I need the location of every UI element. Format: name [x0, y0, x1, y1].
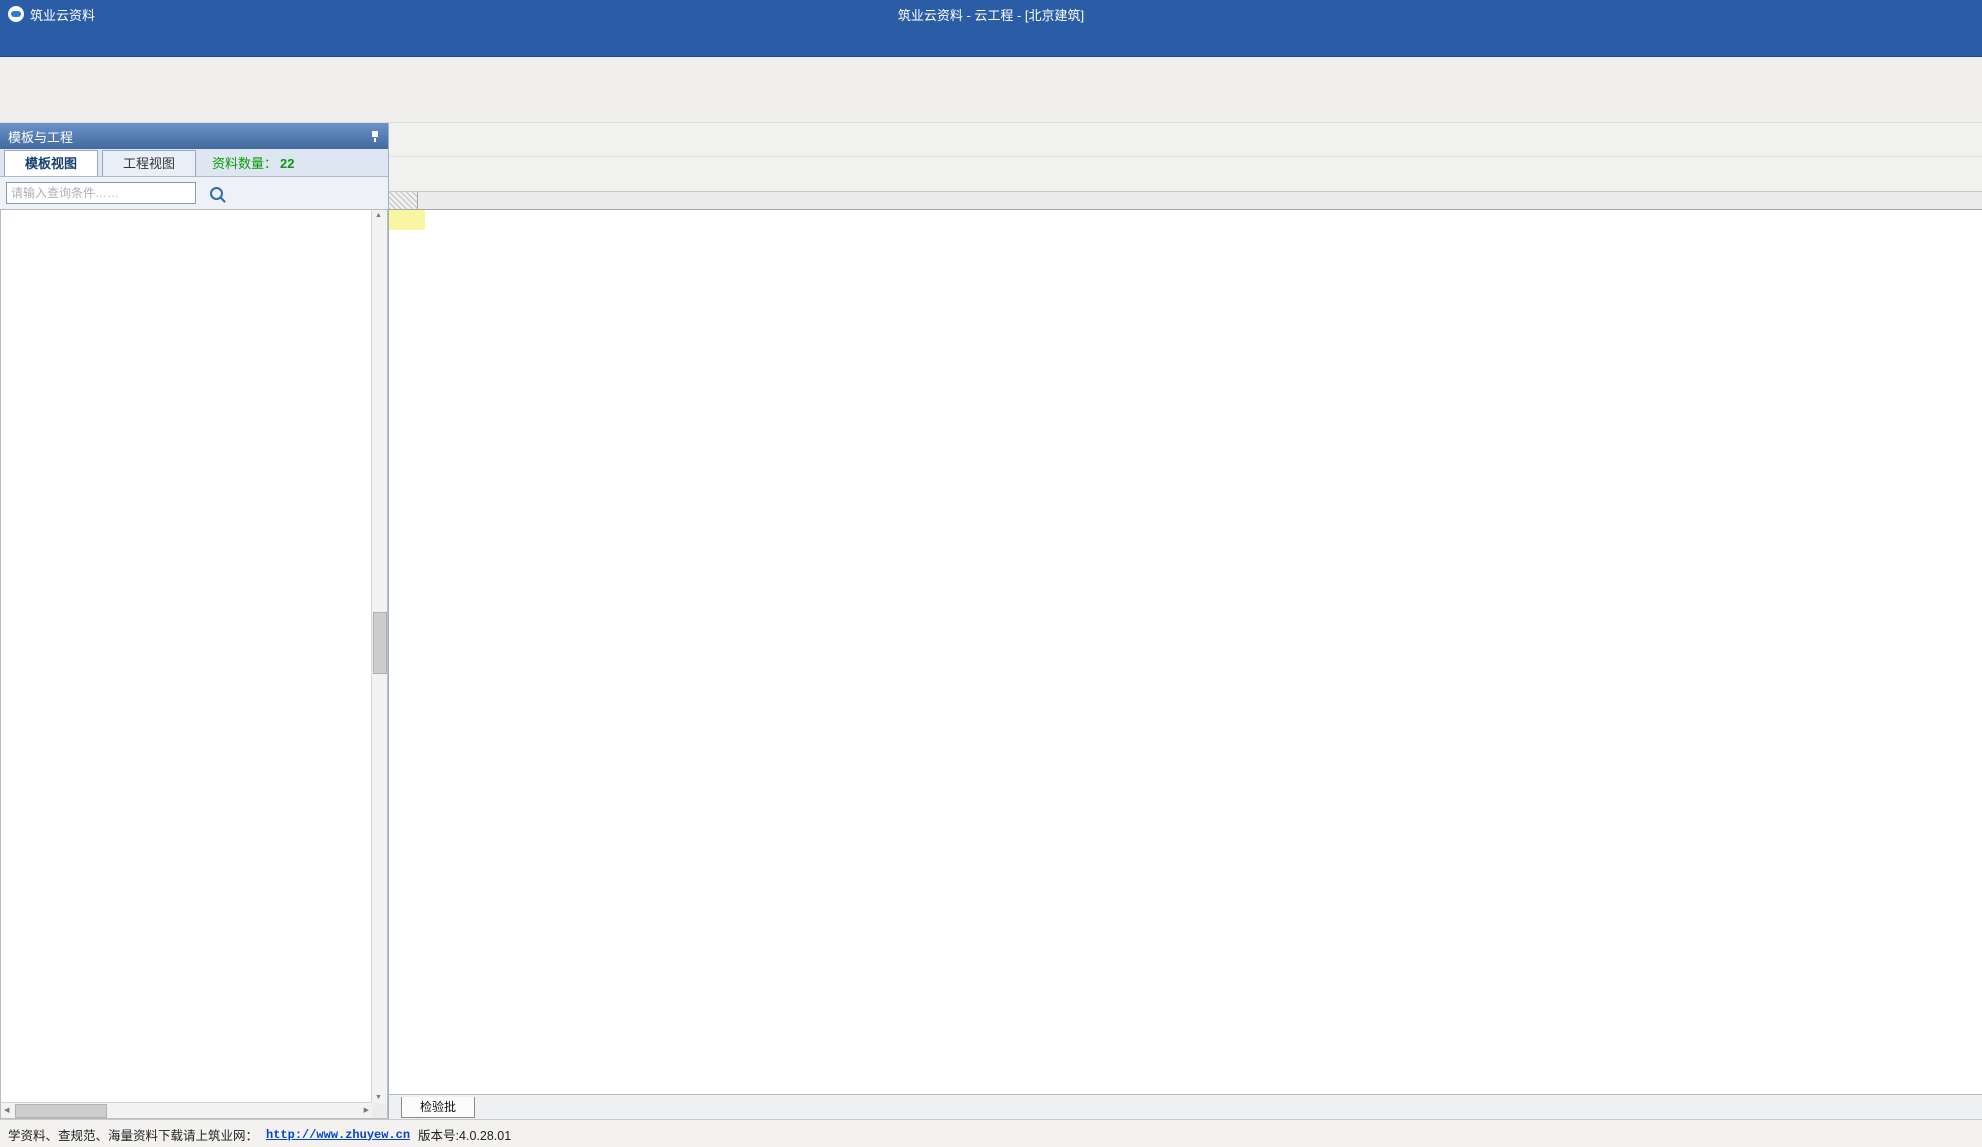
window-title: 筑业云资料 - 云工程 - [北京建筑] — [897, 7, 1085, 23]
app-window: 筑业云资料 筑业云资料 - 云工程 - [北京建筑] 模板与工程 模板视图 工程… — [0, 0, 1982, 1147]
data-count-value: 22 — [280, 156, 295, 171]
search-icon[interactable] — [210, 186, 223, 200]
tree-container — [0, 209, 388, 1119]
help-note — [389, 210, 425, 230]
scrollbar-thumb[interactable] — [373, 611, 387, 674]
status-text: 学资料、查规范、海量资料下载请上筑业网： — [8, 1129, 259, 1143]
tree-vertical-scrollbar[interactable] — [371, 210, 387, 1103]
panel-header: 模板与工程 — [0, 123, 388, 149]
panel-title: 模板与工程 — [8, 129, 74, 145]
search-row — [0, 177, 388, 209]
edit-toolbar — [389, 157, 1982, 192]
sheet-column: 检验批 — [389, 123, 1982, 1119]
column-letter-header — [389, 192, 1982, 210]
data-count: 资料数量： 22 — [212, 156, 295, 171]
search-input[interactable] — [6, 182, 196, 204]
scrollbar-thumb[interactable] — [15, 1104, 107, 1118]
status-bar: 学资料、查规范、海量资料下载请上筑业网： http://www.zhuyew.c… — [0, 1119, 1982, 1147]
format-toolbar — [389, 123, 1982, 157]
left-panel: 模板与工程 模板视图 工程视图 资料数量： 22 — [0, 123, 389, 1119]
template-tree — [1, 210, 372, 1103]
sheet-area — [389, 210, 1982, 1094]
panel-tabs: 模板视图 工程视图 资料数量： 22 — [0, 149, 388, 177]
pin-icon[interactable] — [370, 130, 380, 143]
tab-project-view[interactable]: 工程视图 — [102, 150, 196, 176]
tree-horizontal-scrollbar[interactable] — [1, 1102, 372, 1118]
title-bar: 筑业云资料 筑业云资料 - 云工程 - [北京建筑] — [0, 0, 1982, 28]
sheet-tab[interactable]: 检验批 — [401, 1096, 476, 1118]
tab-template-view[interactable]: 模板视图 — [4, 150, 98, 176]
main-toolbar — [0, 57, 1982, 123]
sheet-corner[interactable] — [389, 192, 418, 209]
version-text: 版本号:4.0.28.01 — [418, 1129, 512, 1143]
scrollbar-corner — [372, 1103, 387, 1118]
status-link[interactable]: http://www.zhuyew.cn — [266, 1128, 410, 1142]
sheet-tab-bar: 检验批 — [389, 1094, 1982, 1119]
work-area: 模板与工程 模板视图 工程视图 资料数量： 22 请输入查询条件…… ▲ ▼ ◀… — [0, 123, 1982, 1119]
menu-bar — [0, 28, 1982, 57]
